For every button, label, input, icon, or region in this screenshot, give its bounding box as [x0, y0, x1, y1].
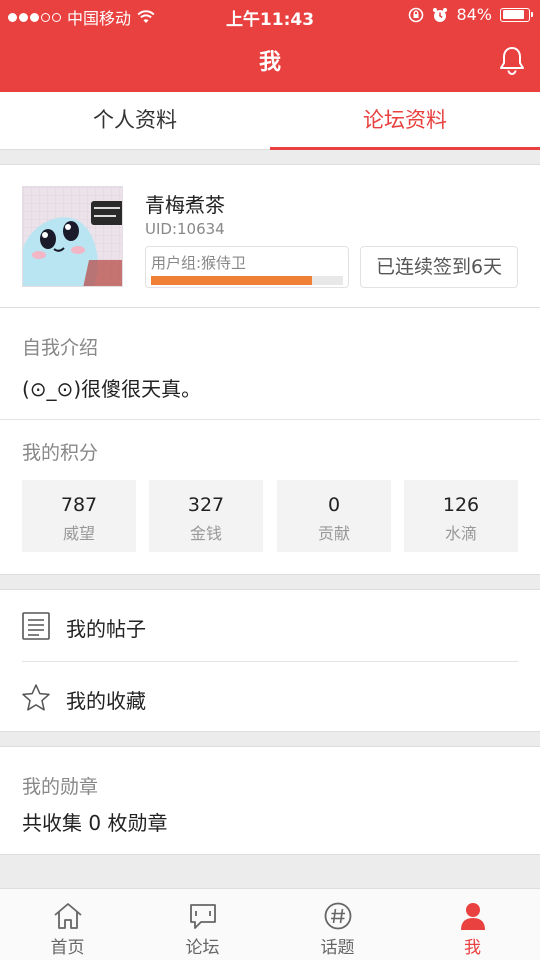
- info-card: 自我介绍 (⊙_⊙)很傻很天真。 我的积分 787 威望 327 金钱 0 贡献…: [0, 308, 540, 575]
- user-group-progress-fill: [151, 276, 313, 285]
- tabbar-item-home[interactable]: 首页: [0, 889, 135, 960]
- user-icon: [460, 903, 485, 930]
- status-bar: 中国移动 上午11:43 84%: [0, 0, 540, 30]
- profile-card: 青梅煮茶 UID:10634 用户组:猴侍卫 已连续签到6天: [0, 164, 540, 308]
- document-icon: [22, 612, 50, 640]
- tabbar-item-topics[interactable]: 话题: [270, 889, 405, 960]
- menu-card: 我的帖子 我的收藏: [0, 589, 540, 732]
- menu-item-my-posts[interactable]: 我的帖子: [0, 590, 540, 661]
- stat-money: 327 金钱: [149, 480, 263, 552]
- tab-personal-info[interactable]: 个人资料: [0, 92, 270, 149]
- home-icon: [53, 903, 82, 929]
- menu-item-my-favorites[interactable]: 我的收藏: [0, 662, 540, 733]
- stat-label: 水滴: [444, 524, 477, 543]
- profile-tabs: 个人资料 论坛资料: [0, 92, 540, 150]
- bottom-tab-bar: 首页 论坛 话题 我: [0, 888, 540, 960]
- status-right: 84%: [408, 5, 533, 24]
- menu-label: 我的收藏: [66, 689, 146, 713]
- intro-heading: 自我介绍: [22, 337, 99, 359]
- divider: [0, 419, 540, 420]
- user-group-progress: [151, 276, 343, 285]
- intro-text: (⊙_⊙)很傻很天真。: [22, 377, 202, 401]
- menu-label: 我的帖子: [66, 617, 146, 641]
- battery-icon: [500, 7, 533, 22]
- user-group-box: 用户组:猴侍卫: [145, 246, 349, 288]
- tabbar-label: 论坛: [185, 938, 220, 958]
- medals-count: 共收集 0 枚勋章: [22, 811, 168, 835]
- battery-fill: [502, 10, 524, 19]
- stat-value: 0: [327, 494, 341, 516]
- battery-percent: 84%: [456, 5, 492, 24]
- stat-value: 787: [60, 494, 98, 516]
- tabbar-label: 我: [464, 938, 481, 958]
- chat-bubble-icon: [189, 904, 216, 929]
- stat-value: 327: [187, 494, 225, 516]
- tabbar-item-forum[interactable]: 论坛: [135, 889, 270, 960]
- hashtag-icon: [324, 902, 351, 930]
- stat-label: 金钱: [189, 524, 222, 543]
- bell-icon[interactable]: [496, 44, 528, 76]
- page-title: 我: [258, 50, 281, 75]
- user-group-label: 用户组:猴侍卫: [151, 254, 247, 272]
- points-heading: 我的积分: [22, 442, 99, 464]
- tabbar-label: 话题: [320, 938, 355, 958]
- avatar-image: [23, 187, 122, 286]
- stat-label: 威望: [62, 524, 95, 543]
- stat-water-drops: 126 水滴: [404, 480, 518, 552]
- avatar[interactable]: [22, 186, 123, 287]
- tabbar-item-me[interactable]: 我: [405, 889, 540, 960]
- header: 中国移动 上午11:43 84% 我: [0, 0, 540, 92]
- alarm-icon: [433, 7, 448, 22]
- medals-heading: 我的勋章: [22, 776, 99, 798]
- star-icon: [22, 684, 50, 711]
- tab-forum-info[interactable]: 论坛资料: [270, 92, 540, 150]
- tabbar-label: 首页: [50, 938, 85, 958]
- medals-card[interactable]: 我的勋章 共收集 0 枚勋章: [0, 746, 540, 855]
- rotation-lock-icon: [409, 7, 424, 22]
- user-uid: UID:10634: [145, 220, 225, 238]
- stat-contribution: 0 贡献: [277, 480, 391, 552]
- username: 青梅煮茶: [145, 193, 225, 217]
- signin-streak-badge[interactable]: 已连续签到6天: [360, 246, 518, 288]
- stat-value: 126: [442, 494, 480, 516]
- stat-prestige: 787 威望: [22, 480, 136, 552]
- stat-label: 贡献: [317, 524, 350, 543]
